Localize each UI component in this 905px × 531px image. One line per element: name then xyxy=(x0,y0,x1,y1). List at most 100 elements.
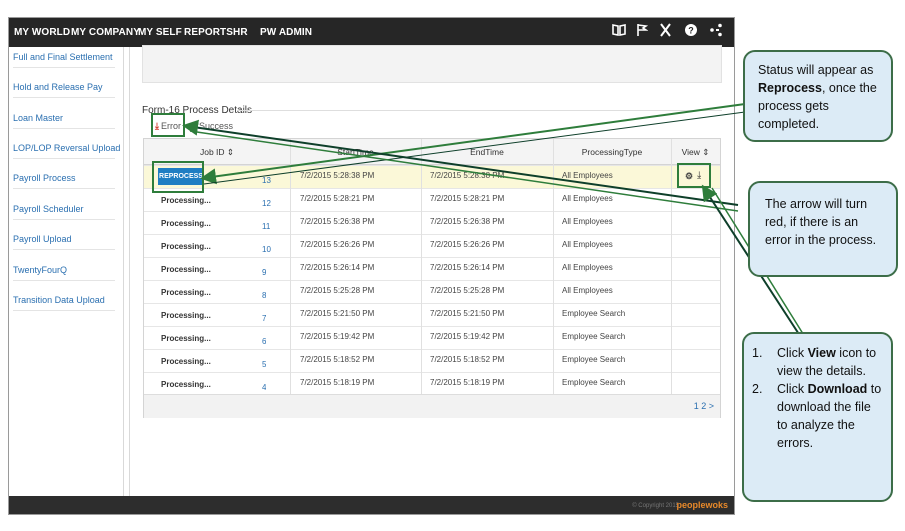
sidebar-item-twentyfourq[interactable]: TwentyFourQ xyxy=(13,265,121,275)
end-time: 7/2/2015 5:26:26 PM xyxy=(430,240,505,249)
callout-bold-text: Reprocess xyxy=(758,81,822,95)
processing-type: All Employees xyxy=(562,217,613,226)
tools-icon[interactable] xyxy=(659,23,672,40)
divider xyxy=(237,110,722,111)
callout-status-reprocess: Status will appear as Reprocess, once th… xyxy=(743,50,893,142)
callout-arrow-red: The arrow will turn red, if there is an … xyxy=(748,181,898,277)
column-divider xyxy=(290,139,291,394)
pagination[interactable]: 1 2 > xyxy=(694,401,714,411)
sidebar-item-payroll-scheduler[interactable]: Payroll Scheduler xyxy=(13,204,121,214)
start-time: 7/2/2015 5:25:28 PM xyxy=(300,286,375,295)
processing-type: Employee Search xyxy=(562,355,626,364)
nav-my-world[interactable]: MY WORLD xyxy=(14,27,70,38)
start-time: 7/2/2015 5:18:19 PM xyxy=(300,378,375,387)
top-navigation-bar: MY WORLD MY COMPANY MY SELF REPORTS HR P… xyxy=(9,18,734,47)
end-time: 7/2/2015 5:18:52 PM xyxy=(430,355,505,364)
book-icon[interactable] xyxy=(612,23,626,40)
divider xyxy=(123,47,124,496)
start-time: 7/2/2015 5:21:50 PM xyxy=(300,309,375,318)
end-time: 7/2/2015 5:28:38 PM xyxy=(430,171,505,180)
step-number: 2. xyxy=(752,382,763,396)
sidebar-item-payroll-upload[interactable]: Payroll Upload xyxy=(13,234,121,244)
nav-reports[interactable]: REPORTS xyxy=(184,27,233,38)
divider xyxy=(13,249,115,250)
status-text: Processing... xyxy=(161,357,211,366)
end-time: 7/2/2015 5:19:42 PM xyxy=(430,332,505,341)
svg-text:?: ? xyxy=(688,26,694,36)
divider xyxy=(13,188,115,189)
step-item: 2. Click Download to download the file t… xyxy=(752,380,883,452)
nav-pw-admin[interactable]: PW ADMIN xyxy=(260,27,312,38)
end-time: 7/2/2015 5:18:19 PM xyxy=(430,378,505,387)
sidebar: Full and Final Settlement Hold and Relea… xyxy=(9,47,123,496)
highlight-error-legend xyxy=(151,113,185,137)
processing-type: All Employees xyxy=(562,194,613,203)
start-time: 7/2/2015 5:18:52 PM xyxy=(300,355,375,364)
column-header-label: Job ID xyxy=(199,147,225,157)
column-header-view[interactable]: View ⇕ xyxy=(671,139,720,165)
column-divider xyxy=(421,139,422,394)
status-text: Processing... xyxy=(161,242,211,251)
job-id-link[interactable]: 5 xyxy=(262,360,266,369)
status-text: Processing... xyxy=(161,219,211,228)
job-id-link[interactable]: 11 xyxy=(262,222,270,231)
status-text: Processing... xyxy=(161,334,211,343)
start-time: 7/2/2015 5:28:38 PM xyxy=(300,171,375,180)
processing-type: Employee Search xyxy=(562,309,626,318)
job-id-link[interactable]: 13 xyxy=(262,176,271,185)
start-time: 7/2/2015 5:26:26 PM xyxy=(300,240,375,249)
column-header-label: View xyxy=(681,147,700,157)
divider xyxy=(13,97,115,98)
job-id-link[interactable]: 4 xyxy=(262,383,266,392)
help-icon[interactable]: ? xyxy=(684,23,698,40)
processing-type: All Employees xyxy=(562,171,613,180)
processing-type: Employee Search xyxy=(562,332,626,341)
job-id-link[interactable]: 7 xyxy=(262,314,266,323)
callout-text: Click xyxy=(777,382,808,396)
process-details-table: Job ID ⇕ StartTime EndTime ProcessingTyp… xyxy=(143,138,721,418)
callout-text: Click xyxy=(777,346,808,360)
nav-my-self[interactable]: MY SELF xyxy=(138,27,182,38)
column-divider xyxy=(671,139,672,394)
table-footer: 1 2 > xyxy=(144,394,720,418)
sidebar-item-loan-master[interactable]: Loan Master xyxy=(13,113,121,123)
column-header-start-time[interactable]: StartTime xyxy=(290,139,421,165)
column-divider xyxy=(553,139,554,394)
column-header-processing-type[interactable]: ProcessingType xyxy=(553,139,671,165)
sidebar-item-lop-reversal-upload[interactable]: LOP/LOP Reversal Upload xyxy=(13,143,121,153)
highlight-view-icons xyxy=(677,163,711,188)
job-id-link[interactable]: 8 xyxy=(262,291,266,300)
sidebar-item-transition-data-upload[interactable]: Transition Data Upload xyxy=(13,295,121,305)
nav-my-company[interactable]: MY COMPANY xyxy=(71,27,140,38)
sidebar-item-full-and-final-settlement[interactable]: Full and Final Settlement xyxy=(13,52,121,62)
divider xyxy=(13,158,115,159)
sidebar-item-payroll-process[interactable]: Payroll Process xyxy=(13,173,121,183)
callout-text: The arrow will turn red, if there is an … xyxy=(765,197,877,247)
start-time: 7/2/2015 5:26:38 PM xyxy=(300,217,375,226)
end-time: 7/2/2015 5:25:28 PM xyxy=(430,286,505,295)
brand-logo: peoplewoks xyxy=(676,500,728,510)
status-text: Processing... xyxy=(161,380,211,389)
job-id-link[interactable]: 12 xyxy=(262,199,271,208)
sidebar-item-hold-and-release-pay[interactable]: Hold and Release Pay xyxy=(13,82,121,92)
processing-type: All Employees xyxy=(562,263,613,272)
nav-hr[interactable]: HR xyxy=(233,27,248,38)
main-content: Form-16 Process Details ⤓ Error ⤓ Success … xyxy=(130,45,734,496)
share-icon[interactable] xyxy=(709,23,723,40)
column-header-end-time[interactable]: EndTime xyxy=(421,139,553,165)
job-id-link[interactable]: 6 xyxy=(262,337,266,346)
legend-success-label: Success xyxy=(198,121,233,131)
divider xyxy=(13,310,115,311)
start-time: 7/2/2015 5:26:14 PM xyxy=(300,263,375,272)
job-id-link[interactable]: 9 xyxy=(262,268,266,277)
flag-icon[interactable] xyxy=(636,23,649,40)
app-window: MY WORLD MY COMPANY MY SELF REPORTS HR P… xyxy=(8,17,735,515)
end-time: 7/2/2015 5:28:21 PM xyxy=(430,194,505,203)
divider xyxy=(13,219,115,220)
job-id-link[interactable]: 10 xyxy=(262,245,271,254)
processing-type: Employee Search xyxy=(562,378,626,387)
filter-panel xyxy=(142,45,722,83)
download-success-icon: ⤓ xyxy=(193,121,197,131)
callout-text: Status will appear as xyxy=(758,63,874,77)
callout-bold-text: View xyxy=(807,346,836,360)
